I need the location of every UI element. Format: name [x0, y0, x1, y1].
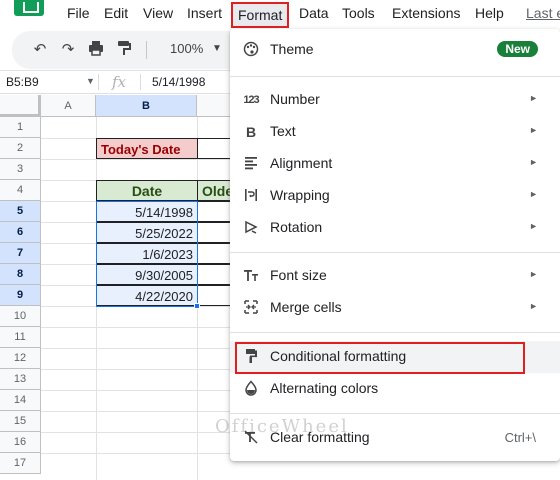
- menu-alternating-colors[interactable]: Alternating colors: [230, 373, 560, 405]
- palette-icon: [242, 41, 260, 59]
- menu-view[interactable]: View: [143, 5, 173, 21]
- menu-label: Number: [270, 91, 320, 107]
- redo-icon[interactable]: ↷: [58, 40, 78, 60]
- row-header[interactable]: 12: [0, 348, 41, 369]
- merge-cells-icon: [242, 299, 260, 317]
- watermark: OfficeWheel: [215, 416, 349, 437]
- menu-divider: [230, 252, 560, 253]
- menu-divider: [230, 76, 560, 77]
- formula-input[interactable]: 5/14/1998: [152, 75, 205, 89]
- row-header[interactable]: 4: [0, 180, 41, 201]
- format-menu: Theme New 123 Number ► B Text ► Alignmen…: [230, 29, 560, 461]
- row-header[interactable]: 8: [0, 264, 41, 285]
- row-header[interactable]: 10: [0, 306, 41, 327]
- row-header[interactable]: 13: [0, 369, 41, 390]
- row-header[interactable]: 17: [0, 453, 41, 474]
- highlight-box: [235, 342, 525, 374]
- row-header[interactable]: 9: [0, 285, 41, 306]
- number-format-icon: 123: [243, 94, 259, 106]
- menu-help[interactable]: Help: [475, 5, 504, 21]
- menu-label: Rotation: [270, 219, 323, 235]
- text-rotation-icon: [242, 219, 260, 237]
- today-date-label-cell[interactable]: Today's Date: [96, 138, 198, 159]
- shortcut-text: Ctrl+\: [504, 430, 536, 445]
- name-box-caret-icon[interactable]: ▼: [86, 76, 95, 86]
- row-header[interactable]: 2: [0, 138, 41, 159]
- text-wrap-icon: [242, 187, 260, 205]
- row-header[interactable]: 15: [0, 411, 41, 432]
- submenu-arrow-icon: ►: [529, 125, 538, 135]
- bold-icon: B: [245, 124, 257, 140]
- date-cell[interactable]: 4/22/2020: [96, 285, 198, 306]
- menu-font-size[interactable]: Font size ►: [230, 260, 560, 292]
- submenu-arrow-icon: ►: [529, 93, 538, 103]
- row-header[interactable]: 6: [0, 222, 41, 243]
- zoom-select[interactable]: 100%: [170, 41, 203, 56]
- date-cell[interactable]: 5/14/1998: [96, 201, 198, 222]
- menu-text[interactable]: B Text ►: [230, 116, 560, 148]
- row-header[interactable]: 3: [0, 159, 41, 180]
- submenu-arrow-icon: ►: [529, 301, 538, 311]
- submenu-arrow-icon: ►: [529, 221, 538, 231]
- row-header[interactable]: 7: [0, 243, 41, 264]
- font-size-icon: [242, 267, 260, 285]
- menu-label: Wrapping: [270, 187, 330, 203]
- fill-drop-icon: [242, 380, 260, 398]
- sheets-logo-icon[interactable]: [14, 0, 44, 16]
- date-header-cell[interactable]: Date: [96, 180, 198, 201]
- toolbar-divider: [146, 41, 147, 59]
- submenu-arrow-icon: ►: [529, 157, 538, 167]
- menu-label: Text: [270, 123, 296, 139]
- menu-rotation[interactable]: Rotation ►: [230, 212, 560, 244]
- column-header-a[interactable]: A: [41, 95, 96, 117]
- menu-divider: [230, 332, 560, 333]
- menu-data[interactable]: Data: [299, 5, 329, 21]
- menu-label: Theme: [270, 41, 314, 57]
- paint-format-icon[interactable]: [114, 40, 134, 60]
- new-badge: New: [497, 41, 538, 57]
- menu-theme[interactable]: Theme New: [230, 34, 560, 66]
- zoom-caret-icon[interactable]: ▼: [212, 43, 222, 54]
- menu-number[interactable]: 123 Number ►: [230, 84, 560, 116]
- formula-divider: [98, 74, 99, 90]
- submenu-arrow-icon: ►: [529, 189, 538, 199]
- menu-label: Font size: [270, 267, 327, 283]
- menu-file[interactable]: File: [67, 5, 90, 21]
- submenu-arrow-icon: ►: [529, 269, 538, 279]
- row-header[interactable]: 11: [0, 327, 41, 348]
- row-header[interactable]: 5: [0, 201, 41, 222]
- menu-merge-cells[interactable]: Merge cells ►: [230, 292, 560, 324]
- menu-insert[interactable]: Insert: [187, 5, 222, 21]
- undo-icon[interactable]: ↶: [30, 40, 50, 60]
- column-header-b[interactable]: B: [96, 95, 197, 117]
- menu-wrapping[interactable]: Wrapping ►: [230, 180, 560, 212]
- row-header[interactable]: 1: [0, 117, 41, 138]
- fx-icon: fx: [112, 73, 127, 91]
- menu-label: Merge cells: [270, 299, 342, 315]
- menu-tools[interactable]: Tools: [342, 5, 375, 21]
- menu-bar: File Edit View Insert Format Data Tools …: [0, 0, 560, 30]
- name-box[interactable]: B5:B9: [6, 75, 39, 89]
- formula-divider: [140, 74, 141, 90]
- align-left-icon: [242, 155, 260, 173]
- menu-label: Alternating colors: [270, 380, 379, 396]
- menu-divider: [230, 413, 560, 414]
- menu-extensions[interactable]: Extensions: [392, 5, 460, 21]
- fill-handle[interactable]: [194, 303, 200, 309]
- row-header[interactable]: 14: [0, 390, 41, 411]
- date-cell[interactable]: 1/6/2023: [96, 243, 198, 264]
- menu-label: Alignment: [270, 155, 333, 171]
- menu-edit[interactable]: Edit: [104, 5, 128, 21]
- select-all-corner[interactable]: [0, 95, 41, 117]
- last-edit-link[interactable]: Last e: [526, 5, 560, 21]
- menu-format[interactable]: Format: [231, 2, 290, 28]
- menu-alignment[interactable]: Alignment ►: [230, 148, 560, 180]
- date-cell[interactable]: 9/30/2005: [96, 264, 198, 285]
- date-cell[interactable]: 5/25/2022: [96, 222, 198, 243]
- row-header[interactable]: 16: [0, 432, 41, 453]
- print-icon[interactable]: [86, 40, 106, 60]
